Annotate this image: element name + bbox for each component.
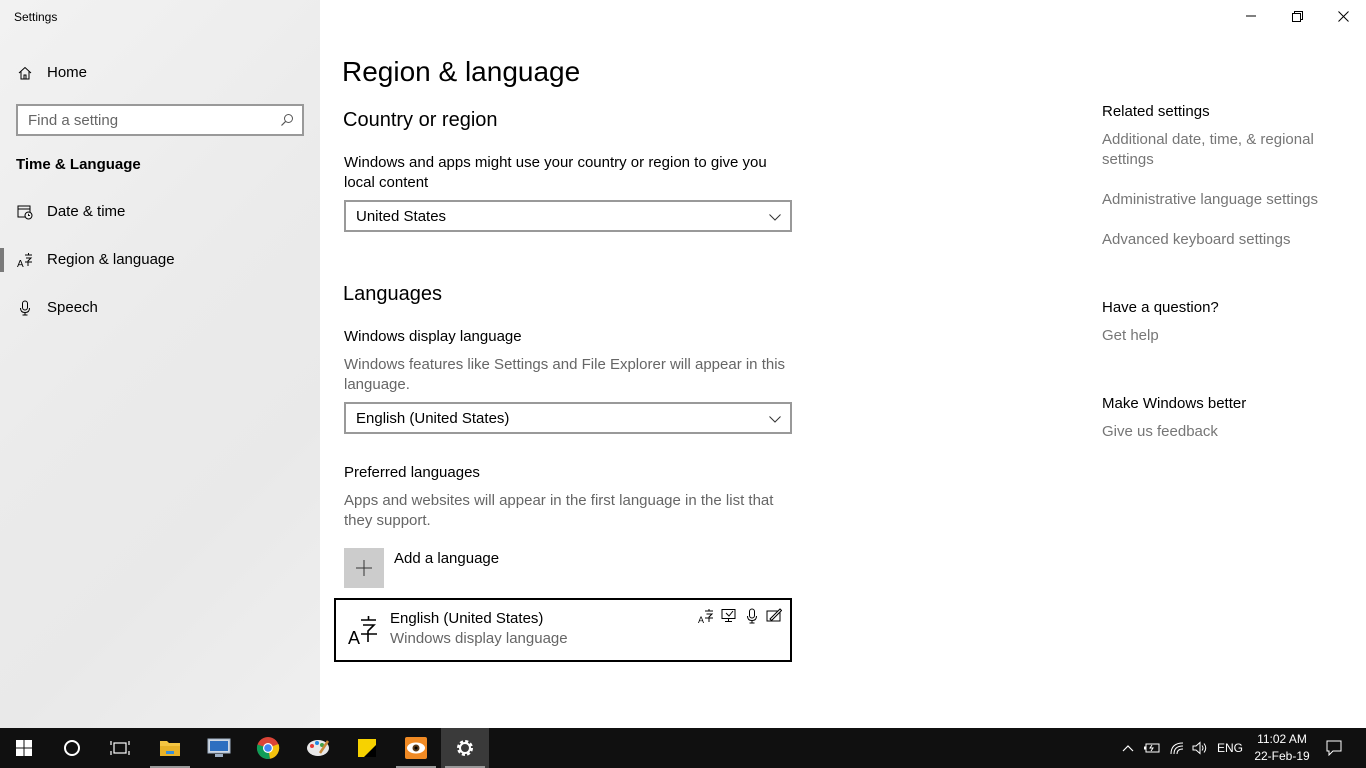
- preferred-languages-description: Apps and websites will appear in the fir…: [344, 492, 774, 529]
- language-list-item[interactable]: A English (United States) Windows displa…: [334, 598, 792, 662]
- eye-app-icon: [405, 737, 427, 759]
- close-button[interactable]: [1320, 0, 1366, 32]
- task-view-button[interactable]: [96, 728, 144, 768]
- plus-tile: [344, 548, 384, 588]
- page-title: Region & language: [342, 56, 581, 87]
- sidebar-item-label: Speech: [47, 299, 98, 316]
- add-language-button[interactable]: Add a language: [344, 548, 544, 588]
- close-icon: [1337, 10, 1349, 22]
- plus-icon: [356, 560, 372, 576]
- file-explorer-icon: [160, 741, 180, 756]
- display-language-value: English (United States): [356, 410, 510, 427]
- home-icon: [18, 66, 32, 80]
- paint-icon: [307, 740, 330, 756]
- sidebar-item-label: Region & language: [47, 251, 175, 268]
- input-language-button[interactable]: ENG: [1213, 728, 1247, 768]
- clock[interactable]: 11:02 AM 22-Feb-19: [1244, 731, 1320, 765]
- battery-button[interactable]: [1140, 728, 1164, 768]
- administrative-language-link[interactable]: Administrative language settings: [1102, 190, 1342, 210]
- sidebar-item-date-time[interactable]: Date & time: [0, 192, 320, 232]
- question-heading: Have a question?: [1102, 299, 1219, 316]
- search-icon[interactable]: [280, 113, 294, 127]
- give-feedback-link[interactable]: Give us feedback: [1102, 422, 1342, 442]
- language-name: English (United States): [390, 610, 544, 627]
- display-language-description: Windows features like Settings and File …: [344, 356, 786, 393]
- minimize-icon: [1246, 15, 1256, 17]
- wifi-icon: [1170, 742, 1184, 755]
- svg-text:A: A: [348, 628, 360, 646]
- preferred-languages-label: Preferred languages: [344, 464, 480, 481]
- svg-text:A: A: [698, 615, 704, 624]
- display-language-feature-icon: A: [698, 609, 714, 624]
- start-button[interactable]: [0, 728, 48, 768]
- settings-taskbar-button[interactable]: [441, 728, 489, 768]
- chevron-down-icon: [769, 214, 781, 221]
- settings-icon: [457, 740, 473, 756]
- file-explorer-button[interactable]: [146, 728, 194, 768]
- restore-button[interactable]: [1274, 0, 1320, 32]
- languages-heading: Languages: [343, 283, 442, 305]
- sidebar: Settings Home Time & Language Date & tim…: [0, 0, 320, 728]
- make-windows-better-heading: Make Windows better: [1102, 395, 1247, 412]
- section-title: Time & Language: [16, 156, 141, 173]
- speech-feature-icon: [747, 608, 757, 624]
- sidebar-item-region-language[interactable]: A Region & language: [0, 240, 320, 280]
- additional-date-time-link[interactable]: Additional date, time, & regional settin…: [1102, 130, 1342, 170]
- display-language-label: Windows display language: [344, 328, 522, 345]
- nav-home-label: Home: [47, 64, 88, 81]
- clock-time: 11:02 AM: [1257, 732, 1307, 746]
- handwriting-feature-icon: [766, 608, 782, 622]
- country-dropdown[interactable]: United States: [344, 200, 792, 232]
- sidebar-item-speech[interactable]: Speech: [0, 288, 320, 328]
- volume-button[interactable]: [1189, 728, 1211, 768]
- cortana-icon: [64, 740, 80, 756]
- chevron-down-icon: [769, 416, 781, 423]
- network-button[interactable]: [1166, 728, 1188, 768]
- clock-date: 22-Feb-19: [1254, 749, 1310, 763]
- display-language-dropdown[interactable]: English (United States): [344, 402, 792, 434]
- chevron-up-icon: [1122, 745, 1134, 752]
- cortana-button[interactable]: [48, 728, 96, 768]
- sticky-notes-icon: [358, 739, 376, 757]
- country-heading: Country or region: [343, 109, 498, 131]
- restore-icon: [1291, 10, 1303, 22]
- add-language-label: Add a language: [394, 550, 500, 567]
- related-settings-heading: Related settings: [1102, 103, 1210, 120]
- eye-app-button[interactable]: [392, 728, 440, 768]
- chrome-button[interactable]: [244, 728, 292, 768]
- show-hidden-icons-button[interactable]: [1118, 728, 1138, 768]
- language-icon: A: [17, 253, 33, 268]
- remote-desktop-icon: [207, 738, 231, 757]
- chrome-icon: [256, 737, 280, 759]
- start-icon: [16, 740, 32, 756]
- sidebar-item-label: Date & time: [47, 203, 126, 220]
- country-description: Windows and apps might use your country …: [344, 154, 767, 191]
- paint-button[interactable]: [294, 728, 342, 768]
- language-subtitle: Windows display language: [390, 630, 568, 647]
- svg-text:A: A: [17, 259, 24, 268]
- language-icon: A: [348, 616, 377, 646]
- minimize-button[interactable]: [1228, 0, 1274, 32]
- get-help-link[interactable]: Get help: [1102, 326, 1342, 346]
- taskbar: ENG 11:02 AM 22-Feb-19: [0, 728, 1366, 768]
- notification-icon: [1326, 740, 1342, 756]
- speaker-icon: [1192, 741, 1207, 755]
- calendar-clock-icon: [17, 205, 33, 220]
- app-title: Settings: [14, 10, 58, 24]
- country-value: United States: [356, 208, 447, 225]
- text-to-speech-feature-icon: [721, 609, 736, 622]
- advanced-keyboard-link[interactable]: Advanced keyboard settings: [1102, 230, 1342, 250]
- remote-desktop-button[interactable]: [195, 728, 243, 768]
- task-view-icon: [110, 741, 130, 755]
- nav-home[interactable]: Home: [0, 56, 320, 90]
- search-input[interactable]: [18, 106, 268, 134]
- battery-icon: [1144, 743, 1160, 753]
- action-center-button[interactable]: [1320, 728, 1348, 768]
- search-box[interactable]: [16, 104, 304, 136]
- sticky-notes-button[interactable]: [343, 728, 391, 768]
- microphone-icon: [20, 300, 30, 316]
